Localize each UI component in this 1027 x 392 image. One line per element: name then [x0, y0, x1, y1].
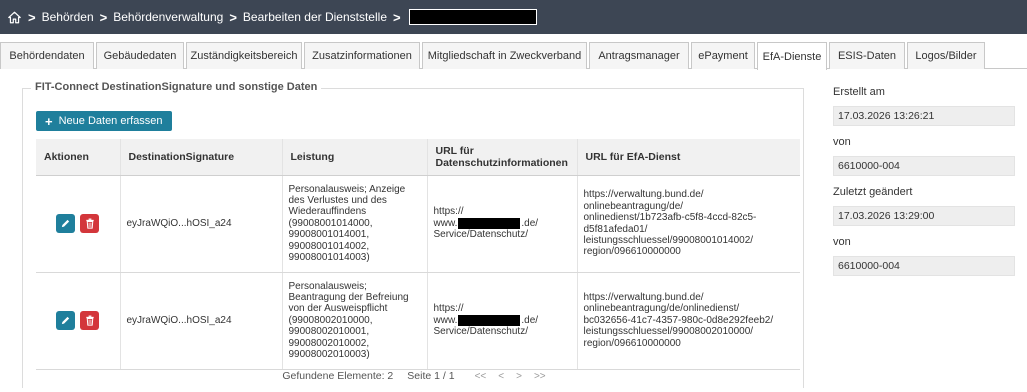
trash-icon: [85, 315, 94, 326]
breadcrumb-item-behoerden[interactable]: Behörden: [42, 10, 94, 24]
efa-table: Aktionen DestinationSignature Leistung U…: [36, 139, 800, 370]
redacted-block: [408, 9, 537, 25]
url-privacy-cell: https:// www. .de/ Service/Datenschutz/: [426, 175, 577, 273]
column-header-actions: Aktionen: [36, 139, 120, 176]
breadcrumb-item-bearbeiten[interactable]: Bearbeiten der Dienststelle: [243, 10, 387, 24]
column-header-url-efa[interactable]: URL für EfA-Dienst: [576, 139, 800, 176]
changed-by-label: von: [833, 236, 851, 248]
new-data-button-label: Neue Daten erfassen: [58, 115, 163, 127]
next-page-button[interactable]: >: [516, 371, 522, 382]
signature-cell: eyJraWQiO...hOSI_a24: [119, 272, 282, 370]
changed-by-value: 6610000-004: [833, 256, 1015, 276]
chevron-right-icon: >: [99, 9, 108, 25]
tab-antragsmanager[interactable]: Antragsmanager: [589, 42, 689, 69]
edit-button[interactable]: [56, 214, 76, 233]
breadcrumb: > Behörden > Behördenverwaltung > Bearbe…: [0, 0, 1027, 34]
pencil-icon: [62, 316, 70, 325]
created-value: 17.03.2026 13:26:21: [833, 106, 1015, 126]
pencil-icon: [62, 219, 70, 228]
meta-panel: Erstellt am 17.03.2026 13:26:21 von 6610…: [833, 86, 1015, 286]
url-privacy-suffix: .de/: [521, 217, 539, 229]
changed-value: 17.03.2026 13:29:00: [833, 206, 1015, 226]
edit-button[interactable]: [56, 311, 76, 330]
home-icon[interactable]: [6, 9, 22, 25]
found-count: Gefundene Elemente: 2: [282, 370, 394, 382]
tab-bar: Behördendaten Gebäudedaten Zuständigkeit…: [0, 42, 1027, 70]
leistung-cell: Personalausweis; Beantragung der Befreiu…: [281, 272, 427, 370]
prev-page-button[interactable]: <: [498, 371, 504, 382]
url-privacy-line-1: https://: [433, 206, 464, 218]
url-privacy-prefix: www.: [433, 217, 458, 229]
tab-esis-daten[interactable]: ESIS-Daten: [829, 42, 905, 69]
url-privacy-line-3: Service/Datenschutz/: [433, 229, 529, 241]
tab-mitgliedschaft[interactable]: Mitgliedschaft in Zweckverband: [422, 42, 587, 69]
url-efa-cell: https://verwaltung.bund.de/ onlinebeantr…: [576, 175, 800, 273]
chevron-right-icon: >: [28, 9, 36, 25]
last-page-button[interactable]: >>: [534, 371, 546, 382]
destination-signature-panel: FIT-Connect DestinationSignature und son…: [22, 81, 804, 388]
url-privacy-line-2: www. .de/: [433, 314, 571, 327]
actions-cell: [36, 272, 120, 370]
tab-behoerdendaten[interactable]: Behördendaten: [0, 42, 94, 69]
created-by-label: von: [833, 136, 851, 148]
table-row: eyJraWQiO...hOSI_a24 Personalausweis; An…: [36, 175, 800, 273]
column-header-url-privacy[interactable]: URL für Datenschutzinformationen: [426, 139, 577, 176]
delete-button[interactable]: [80, 214, 100, 233]
breadcrumb-item-behoerdenverwaltung[interactable]: Behördenverwaltung: [113, 10, 223, 24]
column-header-leistung[interactable]: Leistung: [281, 139, 427, 176]
column-header-signature[interactable]: DestinationSignature: [119, 139, 282, 176]
url-privacy-prefix: www.: [433, 314, 458, 326]
new-data-button[interactable]: + Neue Daten erfassen: [36, 111, 172, 131]
url-efa-cell: https://verwaltung.bund.de/ onlinebeantr…: [576, 272, 800, 370]
tab-efa-dienste[interactable]: EfA-Dienste: [757, 42, 827, 70]
changed-label: Zuletzt geändert: [833, 186, 913, 198]
url-privacy-cell: https:// www. .de/ Service/Datenschutz/: [426, 272, 577, 370]
url-privacy-line-1: https://: [433, 303, 464, 315]
plus-icon: +: [45, 113, 53, 129]
chevron-right-icon: >: [393, 9, 401, 25]
tab-logos-bilder[interactable]: Logos/Bilder: [907, 42, 985, 69]
table-header-row: Aktionen DestinationSignature Leistung U…: [36, 139, 800, 176]
tab-epayment[interactable]: ePayment: [691, 42, 755, 69]
url-privacy-line-3: Service/Datenschutz/: [433, 326, 529, 338]
created-label: Erstellt am: [833, 86, 885, 98]
trash-icon: [85, 218, 94, 229]
tab-zustaendigkeitsbereich[interactable]: Zuständigkeitsbereich: [186, 42, 302, 69]
leistung-cell: Personalausweis; Anzeige des Verlustes u…: [281, 175, 427, 273]
chevron-right-icon: >: [229, 9, 237, 25]
page-indicator: Seite 1 / 1: [407, 370, 455, 382]
table-row: eyJraWQiO...hOSI_a24 Personalausweis; Be…: [36, 272, 800, 370]
url-privacy-line-2: www. .de/: [433, 217, 571, 230]
redacted-block: [458, 217, 521, 229]
first-page-button[interactable]: <<: [475, 371, 487, 382]
actions-cell: [36, 175, 120, 273]
redacted-block: [458, 314, 521, 326]
created-by-value: 6610000-004: [833, 156, 1015, 176]
pagination: Gefundene Elemente: 2 Seite 1 / 1 << < >…: [35, 366, 799, 386]
tab-zusatzinformationen[interactable]: Zusatzinformationen: [304, 42, 420, 69]
delete-button[interactable]: [80, 311, 100, 330]
tab-gebaeudedaten[interactable]: Gebäudedaten: [96, 42, 184, 69]
signature-cell: eyJraWQiO...hOSI_a24: [119, 175, 282, 273]
section-title: FIT-Connect DestinationSignature und son…: [31, 81, 322, 93]
url-privacy-suffix: .de/: [521, 314, 539, 326]
